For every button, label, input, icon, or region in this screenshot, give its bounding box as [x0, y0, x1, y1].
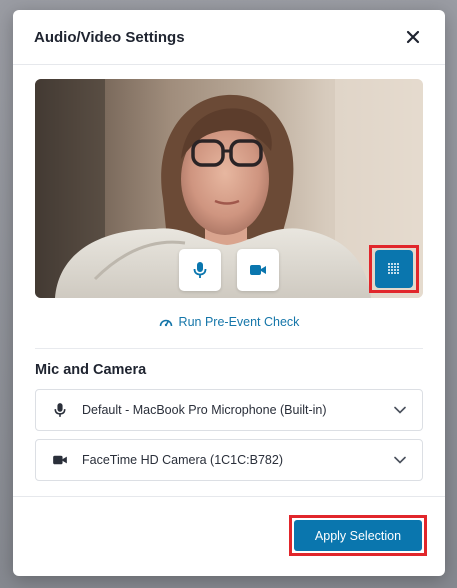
- toggle-microphone-button[interactable]: [179, 249, 221, 291]
- camera-select[interactable]: FaceTime HD Camera (1C1C:B782): [35, 439, 423, 481]
- video-camera-icon: [250, 265, 266, 275]
- camera-preview: [35, 79, 423, 298]
- video-camera-icon: [53, 455, 67, 465]
- background-blur-icon: [388, 263, 399, 274]
- camera-feed-image: [35, 79, 423, 298]
- run-pre-event-check-link[interactable]: Run Pre-Event Check: [13, 315, 445, 329]
- blur-button-highlight: [369, 245, 419, 293]
- microphone-selected-value: Default - MacBook Pro Microphone (Built-…: [82, 403, 327, 417]
- close-button[interactable]: [403, 27, 423, 47]
- camera-selected-value: FaceTime HD Camera (1C1C:B782): [82, 453, 283, 467]
- audio-video-settings-dialog: Audio/Video Settings Run Pre-Event Check…: [13, 10, 445, 576]
- section-divider: [35, 348, 423, 349]
- background-blur-button[interactable]: [375, 250, 413, 288]
- footer-divider: [13, 496, 445, 497]
- speedometer-icon: [159, 319, 172, 327]
- close-icon: [406, 30, 420, 44]
- mic-and-camera-heading: Mic and Camera: [35, 362, 147, 378]
- dialog-title: Audio/Video Settings: [34, 28, 185, 46]
- pre-event-check-label: Run Pre-Event Check: [178, 315, 300, 329]
- chevron-down-icon: [392, 452, 408, 468]
- chevron-down-icon: [392, 402, 408, 418]
- microphone-icon: [193, 262, 207, 278]
- apply-button-highlight: Apply Selection: [289, 515, 427, 556]
- microphone-icon: [54, 403, 66, 417]
- toggle-camera-button[interactable]: [237, 249, 279, 291]
- apply-selection-button[interactable]: Apply Selection: [294, 520, 422, 551]
- dialog-header: Audio/Video Settings: [13, 10, 445, 65]
- microphone-select[interactable]: Default - MacBook Pro Microphone (Built-…: [35, 389, 423, 431]
